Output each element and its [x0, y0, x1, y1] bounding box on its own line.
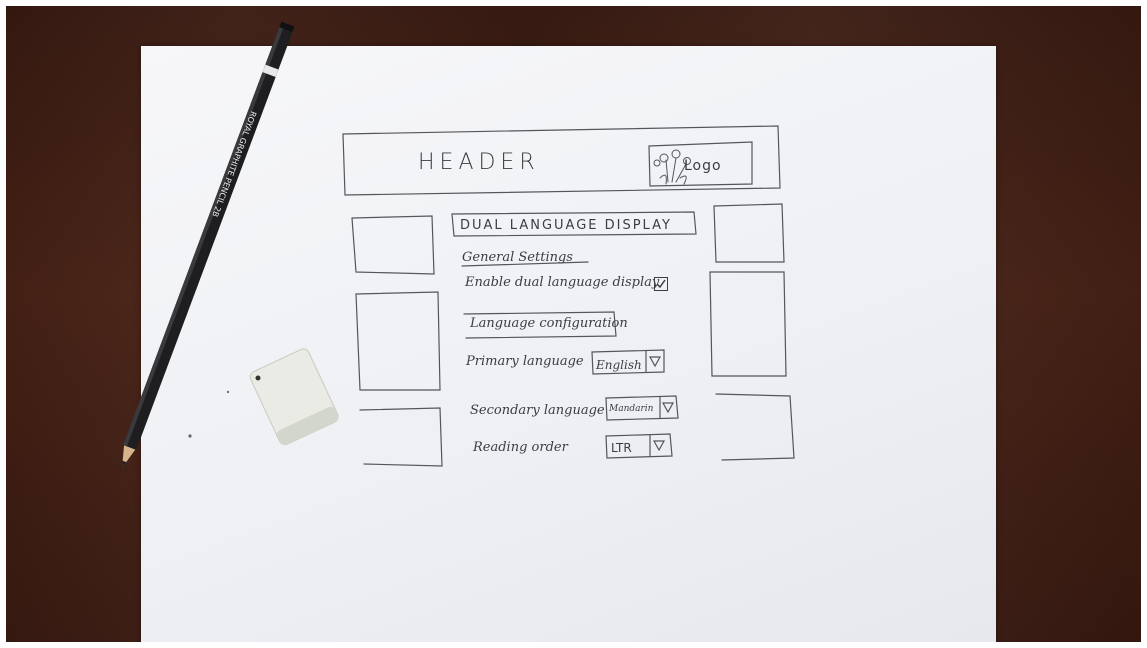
eraser — [188, 348, 339, 446]
